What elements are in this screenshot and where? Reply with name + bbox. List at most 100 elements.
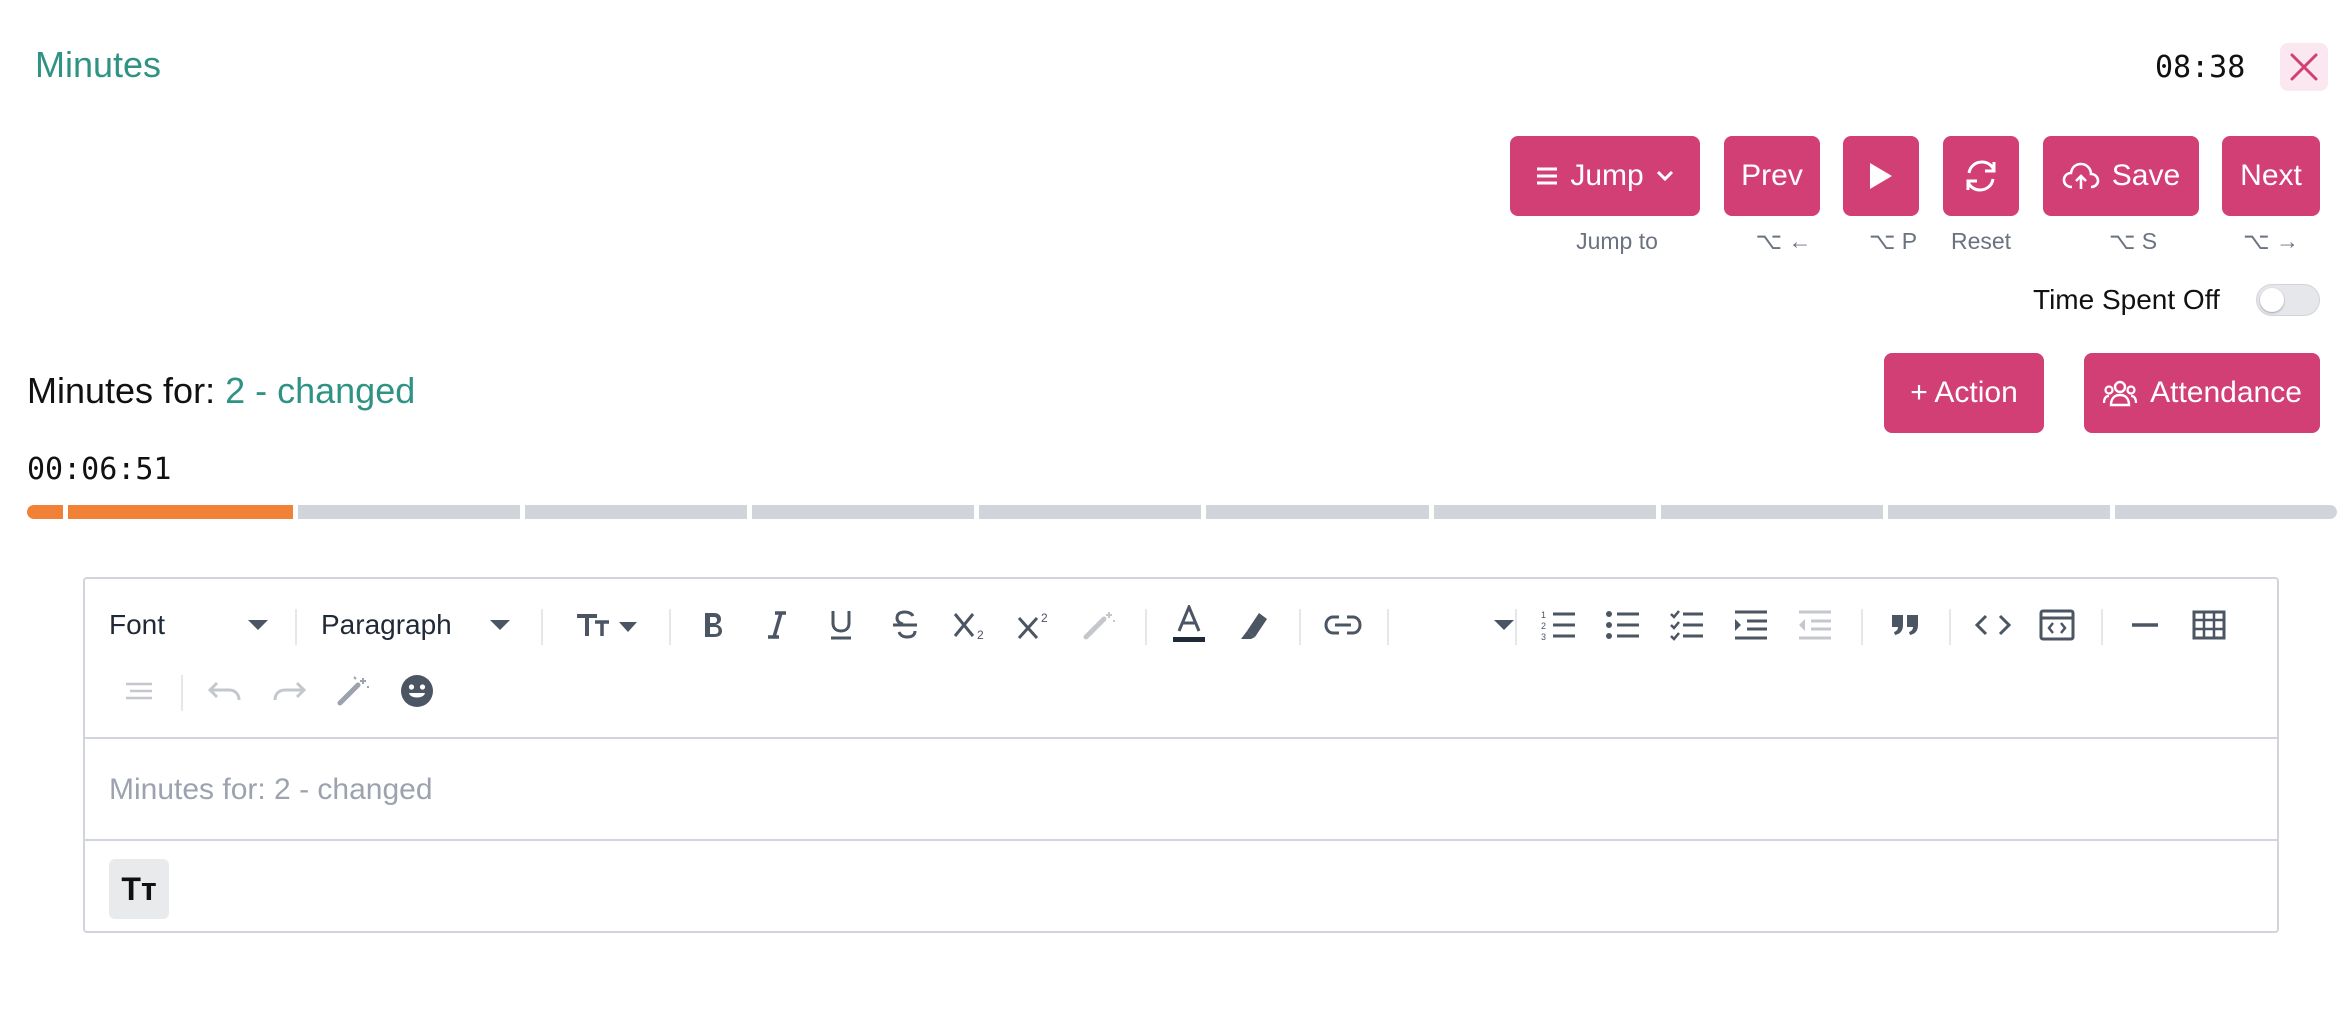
save-button[interactable]: Save xyxy=(2043,136,2199,216)
emoji-button[interactable] xyxy=(395,671,439,711)
next-button[interactable]: Next xyxy=(2222,136,2320,216)
block-type-label: Paragraph xyxy=(321,609,452,640)
text-format-toggle-button[interactable]: Tт xyxy=(109,859,169,919)
reset-hint: Reset xyxy=(1950,228,2012,254)
time-spent-toggle[interactable] xyxy=(2256,284,2320,316)
add-action-button[interactable]: + Action xyxy=(1884,353,2044,433)
undo-icon xyxy=(207,681,241,701)
progress-segment xyxy=(1433,505,1656,519)
menu-icon xyxy=(1537,167,1558,185)
font-select[interactable]: Font xyxy=(109,605,269,645)
progress-segment xyxy=(1206,505,1429,519)
font-size-icon xyxy=(577,614,637,636)
rich-text-editor: Font Paragraph 2 2 1 2 3 Minutes for: 2 … xyxy=(83,577,2279,933)
code-block-icon xyxy=(2039,609,2075,641)
play-hint: ⌥ P xyxy=(1868,228,1918,254)
jump-label: Jump xyxy=(1570,159,1644,192)
attendance-label: Attendance xyxy=(2150,376,2302,409)
editor-content[interactable]: Minutes for: 2 - changed xyxy=(85,739,2277,841)
superscript-button[interactable]: 2 xyxy=(1013,605,1057,645)
strikethrough-icon xyxy=(893,610,917,639)
caret-down-icon xyxy=(1494,620,1514,630)
svg-text:3: 3 xyxy=(1541,632,1546,641)
svg-text:2: 2 xyxy=(1041,611,1048,625)
chevron-down-icon xyxy=(1656,170,1673,182)
bold-button[interactable] xyxy=(693,605,733,645)
play-button[interactable] xyxy=(1843,136,1919,216)
underline-icon xyxy=(831,611,851,640)
redo-button[interactable] xyxy=(267,671,311,711)
progress-segment xyxy=(979,505,1202,519)
jump-button[interactable]: Jump xyxy=(1510,136,1700,216)
attendance-button[interactable]: Attendance xyxy=(2084,353,2320,433)
subscript-button[interactable]: 2 xyxy=(949,605,993,645)
progress-segment xyxy=(68,505,293,519)
toolbar-divider xyxy=(1387,609,1389,645)
toolbar-divider xyxy=(181,675,183,711)
jump-hint: Jump to xyxy=(1576,228,1658,254)
bullet-list-button[interactable] xyxy=(1601,605,1645,645)
text-color-icon xyxy=(1173,605,1205,642)
horizontal-rule-button[interactable] xyxy=(2123,605,2167,645)
refresh-icon xyxy=(1966,160,1996,192)
prev-button[interactable]: Prev xyxy=(1724,136,1820,216)
text-color-button[interactable] xyxy=(1167,601,1211,649)
link-button[interactable] xyxy=(1321,605,1365,645)
code-block-button[interactable] xyxy=(2035,605,2079,645)
magic-wand-icon xyxy=(1083,612,1115,640)
minutes-heading: Minutes for: 2 - changed xyxy=(27,370,415,412)
strikethrough-button[interactable] xyxy=(885,605,925,645)
progress-segment xyxy=(298,505,521,519)
caret-down-icon xyxy=(248,620,268,630)
outdent-icon xyxy=(1799,610,1831,640)
close-icon xyxy=(2290,53,2318,81)
code-icon xyxy=(1975,614,2011,636)
close-button[interactable] xyxy=(2280,43,2328,91)
ordered-list-button[interactable]: 123 xyxy=(1537,605,1581,645)
quote-icon xyxy=(1892,615,1918,635)
indent-button[interactable] xyxy=(1729,605,1773,645)
add-action-label: + Action xyxy=(1910,376,2018,409)
editor-placeholder: Minutes for: 2 - changed xyxy=(109,773,433,806)
minutes-heading-item: 2 - changed xyxy=(225,370,416,411)
progress-segment xyxy=(752,505,975,519)
paragraph-format-button[interactable] xyxy=(119,671,159,711)
text-format-icon: Tт xyxy=(121,870,157,907)
clear-format-button[interactable] xyxy=(1077,605,1121,645)
caret-down-icon xyxy=(490,620,510,630)
highlight-button[interactable] xyxy=(1231,605,1275,645)
undo-button[interactable] xyxy=(203,671,247,711)
next-hint: ⌥ → xyxy=(2243,228,2299,254)
table-button[interactable] xyxy=(2187,605,2231,645)
block-type-select[interactable]: Paragraph xyxy=(321,605,511,645)
svg-text:1: 1 xyxy=(1541,610,1546,620)
reset-button[interactable] xyxy=(1943,136,2019,216)
italic-icon xyxy=(768,611,786,639)
play-icon xyxy=(1870,163,1892,189)
progress-segment xyxy=(1887,505,2110,519)
next-label: Next xyxy=(2240,159,2302,192)
checklist-button[interactable] xyxy=(1665,605,1709,645)
toolbar-divider xyxy=(541,609,543,645)
inline-code-button[interactable] xyxy=(1971,605,2015,645)
outdent-button[interactable] xyxy=(1793,605,1837,645)
toolbar-divider xyxy=(669,609,671,645)
underline-button[interactable] xyxy=(821,605,861,645)
font-select-label: Font xyxy=(109,609,166,640)
font-size-button[interactable] xyxy=(573,605,643,645)
svg-text:2: 2 xyxy=(977,628,984,640)
progress-segment xyxy=(525,505,748,519)
toolbar-divider xyxy=(1861,609,1863,645)
progress-segment xyxy=(1660,505,1883,519)
toolbar-divider xyxy=(2101,609,2103,645)
users-icon xyxy=(2102,380,2138,407)
save-label: Save xyxy=(2111,159,2181,192)
remove-format-button[interactable] xyxy=(331,671,375,711)
align-select[interactable] xyxy=(1405,605,1515,645)
toolbar-divider xyxy=(1515,609,1517,645)
horizontal-rule-icon xyxy=(2132,623,2158,627)
blockquote-button[interactable] xyxy=(1883,605,1927,645)
cloud-upload-icon xyxy=(2062,162,2100,189)
toolbar-divider xyxy=(1145,609,1147,645)
italic-button[interactable] xyxy=(757,605,797,645)
